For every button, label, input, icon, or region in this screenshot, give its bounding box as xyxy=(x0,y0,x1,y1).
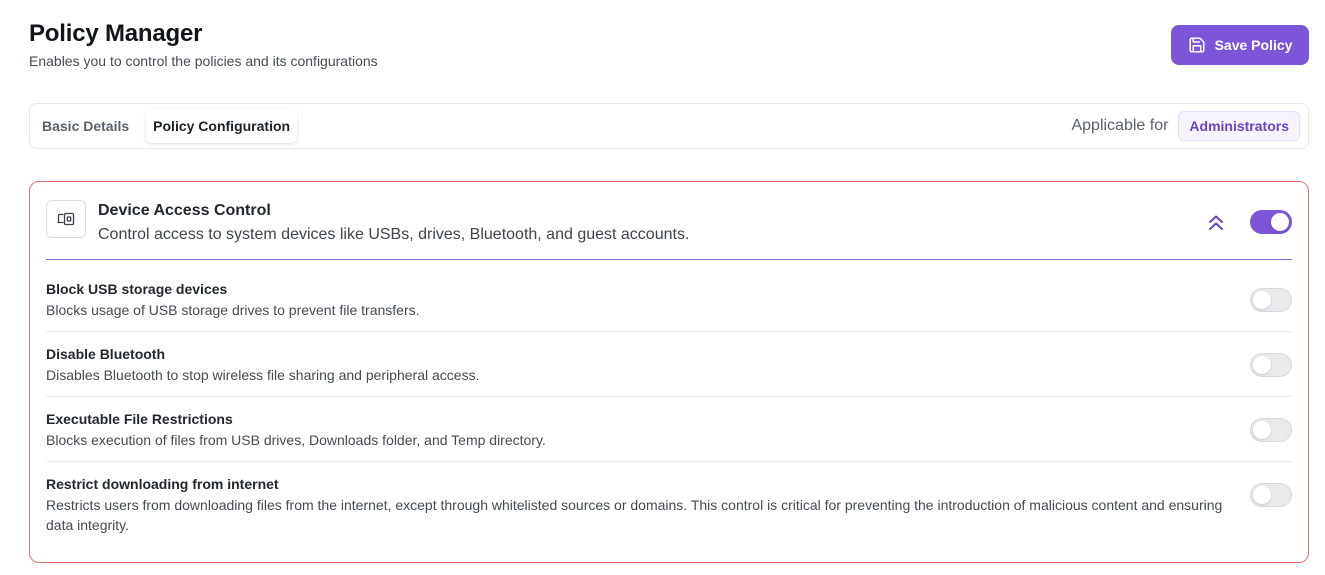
policy-title: Executable File Restrictions xyxy=(46,411,233,427)
policy-row-disable-bluetooth: Disable Bluetooth Disables Bluetooth to … xyxy=(46,345,1292,385)
section-description: Control access to system devices like US… xyxy=(98,226,690,243)
divider xyxy=(46,396,1292,397)
toggle-knob xyxy=(1253,421,1271,439)
save-icon xyxy=(1188,36,1206,54)
policy-title: Disable Bluetooth xyxy=(46,346,166,362)
policy-description: Restricts users from downloading files f… xyxy=(46,497,1223,533)
applicable-for-label: Applicable for xyxy=(1071,117,1169,134)
toggle-knob xyxy=(1271,213,1289,231)
save-policy-button[interactable]: Save Policy xyxy=(1171,25,1309,65)
section-title: Device Access Control xyxy=(98,202,271,219)
toggle-knob xyxy=(1253,356,1271,374)
policy-description: Blocks usage of USB storage drives to pr… xyxy=(46,302,420,318)
toggle-knob xyxy=(1253,486,1271,504)
applicable-for: Applicable for Administrators xyxy=(1071,111,1303,141)
save-policy-label: Save Policy xyxy=(1214,37,1293,53)
policy-description: Disables Bluetooth to stop wireless file… xyxy=(46,367,480,383)
divider xyxy=(46,331,1292,332)
page-title: Policy Manager xyxy=(29,20,203,47)
page-subtitle: Enables you to control the policies and … xyxy=(29,53,378,69)
block-usb-toggle[interactable] xyxy=(1250,288,1292,312)
section-toggle[interactable] xyxy=(1250,210,1292,234)
disable-bluetooth-toggle[interactable] xyxy=(1250,353,1292,377)
executable-restrictions-toggle[interactable] xyxy=(1250,418,1292,442)
policy-title: Restrict downloading from internet xyxy=(46,476,279,492)
section-header: Device Access Control Control access to … xyxy=(46,182,1292,260)
chevrons-up-icon[interactable] xyxy=(1206,212,1226,234)
tab-bar: Basic Details Policy Configuration Appli… xyxy=(29,103,1309,149)
device-access-icon xyxy=(46,200,86,238)
policy-row-executable-restrictions: Executable File Restrictions Blocks exec… xyxy=(46,410,1292,450)
toggle-knob xyxy=(1253,291,1271,309)
device-access-control-card: Device Access Control Control access to … xyxy=(29,181,1309,563)
tab-policy-configuration[interactable]: Policy Configuration xyxy=(146,109,298,143)
role-chip-administrators[interactable]: Administrators xyxy=(1178,111,1300,141)
divider xyxy=(46,461,1292,462)
policy-row-block-usb: Block USB storage devices Blocks usage o… xyxy=(46,280,1292,320)
restrict-downloading-toggle[interactable] xyxy=(1250,483,1292,507)
policy-description: Blocks execution of files from USB drive… xyxy=(46,432,546,448)
policy-row-restrict-downloading: Restrict downloading from internet Restr… xyxy=(46,475,1292,535)
policy-title: Block USB storage devices xyxy=(46,281,228,297)
tab-basic-details[interactable]: Basic Details xyxy=(35,109,136,143)
